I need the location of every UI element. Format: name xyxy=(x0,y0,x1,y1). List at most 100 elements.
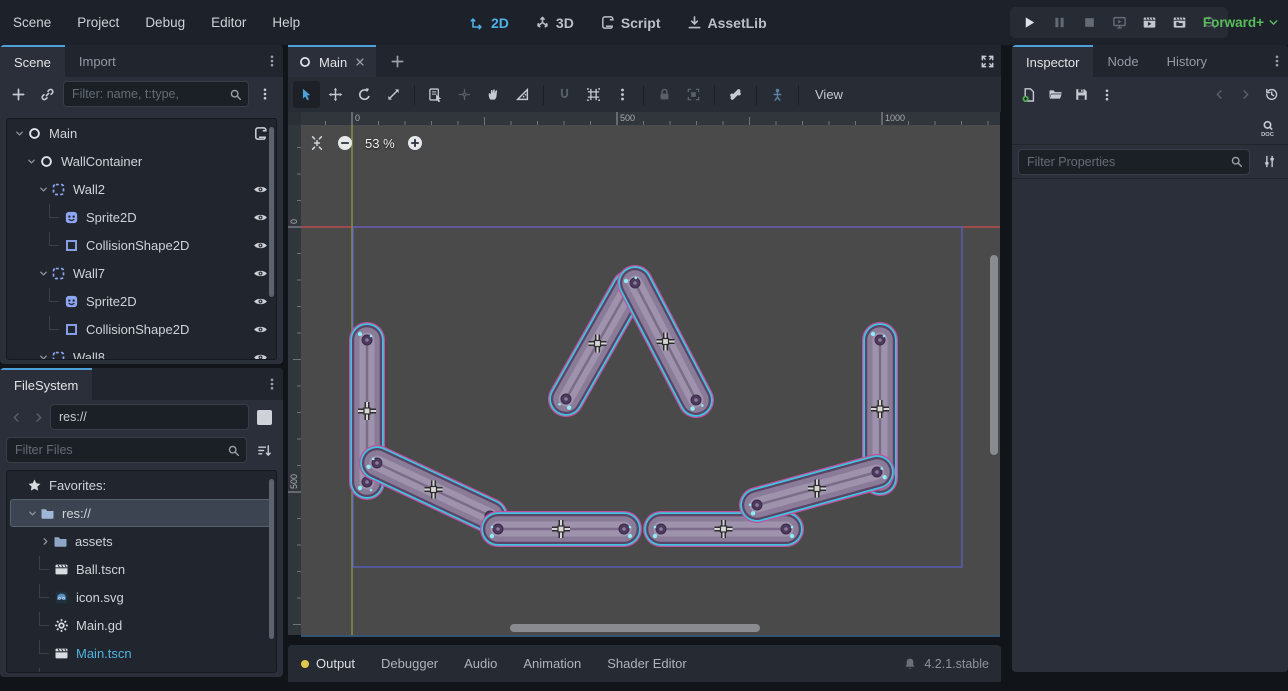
eye-icon[interactable] xyxy=(253,182,268,197)
center-view-icon[interactable] xyxy=(309,135,325,151)
menu-editor[interactable]: Editor xyxy=(198,0,259,45)
add-node-button[interactable] xyxy=(5,81,31,107)
scene-node-collisionshape2d[interactable]: CollisionShape2D xyxy=(7,231,276,259)
tab-history[interactable]: History xyxy=(1153,45,1221,77)
wall-bottom-left[interactable] xyxy=(490,520,632,538)
inspector-menu-icon[interactable] xyxy=(1270,45,1284,77)
scene-extra-menu-icon[interactable] xyxy=(252,81,278,107)
skeleton-button[interactable] xyxy=(722,81,749,108)
tab-inspector[interactable]: Inspector xyxy=(1012,45,1093,77)
scene-dock-menu-icon[interactable] xyxy=(265,45,279,77)
remote-debug-button[interactable] xyxy=(1106,10,1132,36)
scene-node-wallcontainer[interactable]: WallContainer xyxy=(7,147,276,175)
play-custom-scene-button[interactable] xyxy=(1166,10,1192,36)
fs-item-icon-svg[interactable]: icon.svg xyxy=(7,583,276,611)
viewport-canvas[interactable] xyxy=(301,125,1000,635)
scene-node-wall2[interactable]: Wall2 xyxy=(7,175,276,203)
pan-tool[interactable] xyxy=(480,81,507,108)
fs-item-main-tscn[interactable]: Main.tscn xyxy=(7,639,276,667)
smart-snap-toggle[interactable] xyxy=(551,81,578,108)
new-resource-button[interactable] xyxy=(1016,82,1042,108)
play-button[interactable] xyxy=(1016,10,1042,36)
scene-node-sprite2d[interactable]: Sprite2D xyxy=(7,203,276,231)
fs-item-readme-md[interactable]: README.md xyxy=(7,667,276,673)
scene-filter-input[interactable] xyxy=(64,87,229,101)
filesystem-dock-menu-icon[interactable] xyxy=(265,368,279,400)
renderer-selector[interactable]: Forward+ xyxy=(1203,0,1280,45)
bottom-tab-shader-editor[interactable]: Shader Editor xyxy=(594,656,700,671)
bottom-tab-audio[interactable]: Audio xyxy=(451,656,510,671)
mode-assetlib[interactable]: AssetLib xyxy=(687,15,767,31)
fs-split-mode-button[interactable] xyxy=(251,404,277,430)
chevron-down-icon[interactable] xyxy=(13,128,26,139)
fs-path-input[interactable] xyxy=(51,410,248,424)
menu-debug[interactable]: Debug xyxy=(132,0,198,45)
chevron-down-icon[interactable] xyxy=(25,156,38,167)
expand-viewport-button[interactable] xyxy=(980,45,995,77)
wall-left-diagonal[interactable] xyxy=(366,458,498,528)
fs-sort-button[interactable] xyxy=(251,437,277,463)
group-button[interactable] xyxy=(680,81,707,108)
fs-item-res-[interactable]: res:// xyxy=(7,499,276,527)
mode-3d[interactable]: 3D xyxy=(535,15,574,31)
eye-icon[interactable] xyxy=(253,210,268,225)
scene-node-wall8[interactable]: Wall8 xyxy=(7,343,276,360)
2d-viewport[interactable] xyxy=(301,125,1000,637)
eye-icon[interactable] xyxy=(253,322,268,337)
load-resource-button[interactable] xyxy=(1042,82,1068,108)
move-tool[interactable] xyxy=(322,81,349,108)
fs-back-button[interactable] xyxy=(6,404,26,430)
scene-node-collisionshape2d[interactable]: CollisionShape2D xyxy=(7,315,276,343)
scene-tree-scrollbar[interactable] xyxy=(269,127,274,297)
fs-item-favorites-[interactable]: Favorites: xyxy=(7,471,276,499)
chevron-down-icon[interactable] xyxy=(37,268,50,279)
scene-node-sprite2d[interactable]: Sprite2D xyxy=(7,287,276,315)
wall-right-diagonal[interactable] xyxy=(749,467,887,516)
scale-tool[interactable] xyxy=(380,81,407,108)
open-documentation-button[interactable]: DOC xyxy=(1254,115,1280,141)
lock-button[interactable] xyxy=(651,81,678,108)
stop-button[interactable] xyxy=(1076,10,1102,36)
fs-forward-button[interactable] xyxy=(28,404,48,430)
tab-main-scene[interactable]: Main xyxy=(288,45,376,77)
chevron-down-icon[interactable] xyxy=(37,184,50,195)
fs-item-main-gd[interactable]: Main.gd xyxy=(7,611,276,639)
select-tool[interactable] xyxy=(293,81,320,108)
move-pivot-tool[interactable] xyxy=(451,81,478,108)
viewport-horizontal-scrollbar[interactable] xyxy=(510,624,760,632)
eye-icon[interactable] xyxy=(253,350,268,361)
chevron-down-icon[interactable] xyxy=(26,508,39,519)
resource-extra-menu-icon[interactable] xyxy=(1094,82,1120,108)
tab-filesystem[interactable]: FileSystem xyxy=(0,368,92,400)
ruler-tool[interactable] xyxy=(509,81,536,108)
view-menu[interactable]: View xyxy=(805,87,853,102)
snap-options-menu[interactable] xyxy=(609,81,636,108)
fs-filter-input[interactable] xyxy=(7,443,227,457)
property-tools-icon[interactable] xyxy=(1256,149,1282,175)
history-forward-button[interactable] xyxy=(1232,82,1258,108)
chevron-down-icon[interactable] xyxy=(37,352,50,361)
fs-item-ball-tscn[interactable]: Ball.tscn xyxy=(7,555,276,583)
pause-button[interactable] xyxy=(1046,10,1072,36)
menu-project[interactable]: Project xyxy=(64,0,132,45)
notifications-bell-icon[interactable] xyxy=(903,657,917,671)
history-back-button[interactable] xyxy=(1206,82,1232,108)
bottom-tab-debugger[interactable]: Debugger xyxy=(368,656,451,671)
instance-scene-button[interactable] xyxy=(34,81,60,107)
eye-icon[interactable] xyxy=(253,266,268,281)
play-scene-button[interactable] xyxy=(1136,10,1162,36)
bottom-tab-animation[interactable]: Animation xyxy=(510,656,594,671)
tab-import[interactable]: Import xyxy=(65,45,130,77)
eye-icon[interactable] xyxy=(253,294,268,309)
inspector-filter-input[interactable] xyxy=(1019,155,1230,169)
rotate-tool[interactable] xyxy=(351,81,378,108)
wall-peak-right[interactable] xyxy=(624,277,704,411)
eye-icon[interactable] xyxy=(253,238,268,253)
list-select-tool[interactable] xyxy=(422,81,449,108)
scene-node-wall7[interactable]: Wall7 xyxy=(7,259,276,287)
object-history-button[interactable] xyxy=(1258,82,1284,108)
save-resource-button[interactable] xyxy=(1068,82,1094,108)
mode-2d[interactable]: 2D xyxy=(470,15,509,31)
new-scene-tab-button[interactable] xyxy=(382,45,412,77)
fs-item-assets[interactable]: assets xyxy=(7,527,276,555)
